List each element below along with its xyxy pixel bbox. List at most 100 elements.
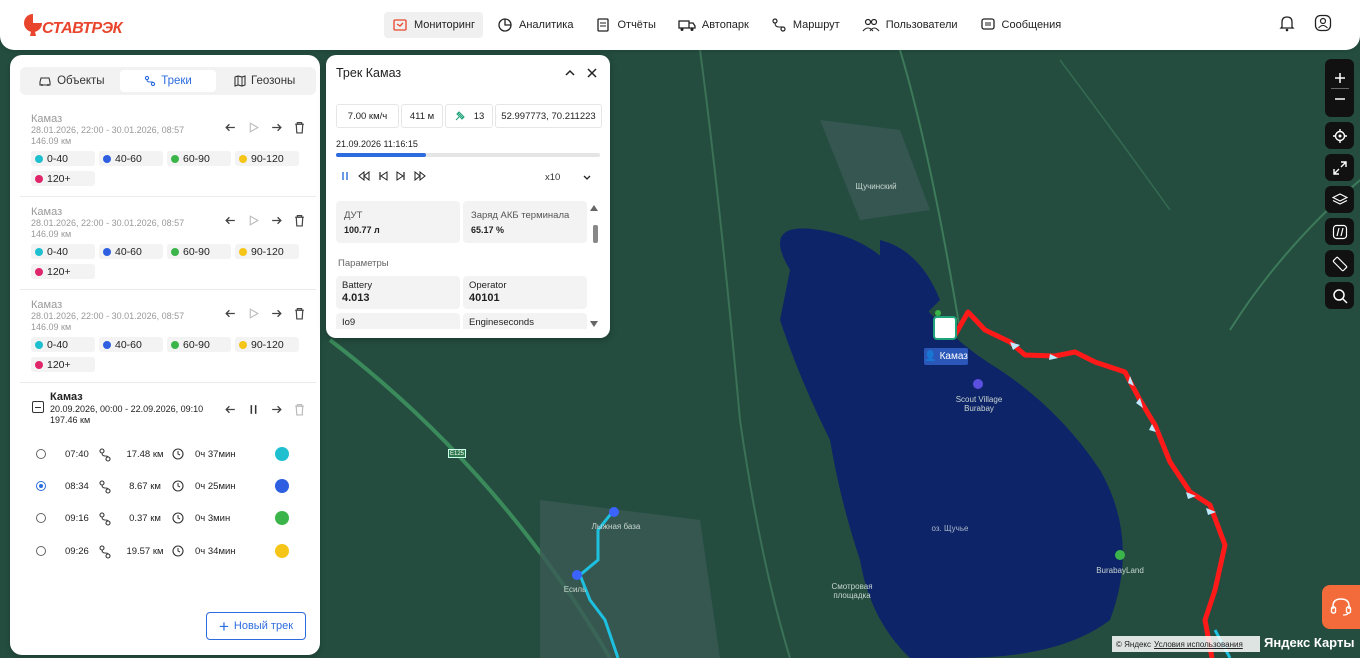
- arrow-left-icon[interactable]: [224, 121, 237, 134]
- map-label-shchuchinsk: Щучинский: [855, 182, 897, 191]
- speed-value: 7.00 км/ч: [347, 110, 388, 122]
- track-item[interactable]: Камаз 28.01.2026, 22:00 - 30.01.2026, 08…: [20, 299, 316, 383]
- chevron-up-icon[interactable]: [564, 67, 576, 79]
- track-item[interactable]: Камаз 28.01.2026, 22:00 - 30.01.2026, 08…: [20, 206, 316, 290]
- rewind-icon[interactable]: [358, 171, 370, 181]
- bell-icon[interactable]: [1278, 14, 1296, 32]
- tab-geozones[interactable]: Геозоны: [216, 70, 313, 92]
- trip-row[interactable]: 09:16 0.37 км 0ч 3мин: [20, 502, 316, 534]
- trip-radio[interactable]: [36, 449, 46, 459]
- trip-row[interactable]: 08:34 8.67 км 0ч 25мин: [20, 470, 316, 502]
- trip-row[interactable]: 09:26 19.57 км 0ч 34мин: [20, 535, 316, 567]
- arrow-right-icon[interactable]: [270, 121, 283, 134]
- playback-progress[interactable]: [336, 153, 600, 157]
- nav-analytics[interactable]: Аналитика: [489, 12, 581, 38]
- terms-link[interactable]: Условия использования: [1154, 640, 1243, 649]
- step-back-icon[interactable]: [378, 171, 388, 181]
- play-icon[interactable]: [247, 214, 260, 227]
- trash-icon[interactable]: [293, 121, 306, 134]
- fuel-cell: ДУТ 100.77 л: [336, 201, 460, 243]
- chevron-down-icon[interactable]: [582, 174, 592, 182]
- fast-forward-icon[interactable]: [414, 171, 426, 181]
- track-item[interactable]: Камаз 28.01.2026, 22:00 - 30.01.2026, 08…: [20, 113, 316, 197]
- trip-color-dot: [275, 544, 289, 558]
- altitude-stat: 411 м: [401, 104, 443, 128]
- traffic-button[interactable]: [1325, 218, 1354, 245]
- pause-icon[interactable]: [340, 171, 350, 181]
- nav-route[interactable]: Маршрут: [763, 12, 848, 38]
- expand-icon: [1332, 160, 1347, 175]
- layers-button[interactable]: [1325, 186, 1354, 213]
- zoom-in-icon[interactable]: [1334, 72, 1346, 84]
- tab-tracks[interactable]: Треки: [119, 70, 217, 92]
- track-dates: 28.01.2026, 22:00 - 30.01.2026, 08:57: [31, 311, 185, 321]
- nav-fleet[interactable]: Автопарк: [670, 12, 757, 38]
- logo-mark-icon: [24, 14, 42, 36]
- trash-icon[interactable]: [293, 307, 306, 320]
- scroll-down-icon[interactable]: [590, 321, 598, 327]
- param-label: Io9: [342, 317, 356, 328]
- track-distance: 197.46 км: [50, 415, 91, 425]
- active-track-item[interactable]: Камаз 20.09.2026, 00:00 - 22.09.2026, 09…: [20, 391, 316, 431]
- logo[interactable]: СТАВТРЭК: [22, 12, 123, 38]
- map-copyright: © Яндекс Условия использования: [1112, 636, 1260, 652]
- trip-distance: 0.37 км: [129, 512, 161, 524]
- legend-dot: [171, 154, 179, 163]
- speed-legend: 0-40 40-60 60-90 90-120 120+: [31, 337, 313, 372]
- trip-distance: 19.57 км: [126, 545, 164, 557]
- scrollbar-thumb[interactable]: [593, 225, 598, 243]
- tab-objects[interactable]: Объекты: [23, 70, 120, 92]
- trash-icon[interactable]: [293, 403, 306, 416]
- headset-icon: [1330, 598, 1352, 616]
- legend-dot: [35, 360, 43, 369]
- ruler-button[interactable]: [1325, 250, 1354, 277]
- trash-icon[interactable]: [293, 214, 306, 227]
- new-track-button[interactable]: + Новый трек: [206, 612, 306, 640]
- map-label-lake: оз. Щучье: [931, 524, 969, 533]
- vehicle-tag[interactable]: 👤 Камаз: [924, 348, 968, 365]
- trip-row[interactable]: 07:40 17.48 км 0ч 37мин: [20, 438, 316, 470]
- trip-radio[interactable]: [36, 513, 46, 523]
- legend-dot: [103, 247, 111, 256]
- vehicle-marker[interactable]: [933, 316, 957, 340]
- params-scroll-area[interactable]: ДУТ 100.77 л Заряд АКБ терминала 65.17 %…: [336, 199, 600, 329]
- search-button[interactable]: [1325, 282, 1354, 309]
- playback-speed-select[interactable]: x10: [545, 172, 560, 183]
- fullscreen-button[interactable]: [1325, 154, 1354, 181]
- arrow-left-icon[interactable]: [224, 214, 237, 227]
- trip-radio[interactable]: [36, 546, 46, 556]
- clock-icon: [172, 545, 184, 557]
- nav-users[interactable]: Пользователи: [854, 12, 966, 38]
- nav-label: Автопарк: [701, 19, 749, 31]
- pause-icon[interactable]: [247, 403, 260, 416]
- locate-button[interactable]: [1325, 122, 1354, 149]
- support-button[interactable]: [1322, 585, 1360, 629]
- cell-label: Заряд АКБ терминала: [471, 210, 570, 221]
- nav-reports[interactable]: Отчёты: [587, 12, 663, 38]
- arrow-right-icon[interactable]: [270, 307, 283, 320]
- track-dates: 20.09.2026, 00:00 - 22.09.2026, 09:10: [50, 404, 204, 414]
- legend-label: 120+: [47, 265, 71, 278]
- zoom-out-icon[interactable]: [1334, 93, 1346, 105]
- scroll-up-icon[interactable]: [590, 205, 598, 211]
- legend-label: 60-90: [183, 245, 210, 258]
- play-icon[interactable]: [247, 307, 260, 320]
- nav-monitoring[interactable]: Мониторинг: [384, 12, 484, 38]
- legend-label: 0-40: [47, 152, 69, 165]
- nav-messages[interactable]: Сообщения: [972, 12, 1070, 38]
- arrow-left-icon[interactable]: [224, 307, 237, 320]
- arrow-right-icon[interactable]: [270, 403, 283, 416]
- trip-duration: 0ч 34мин: [195, 545, 236, 557]
- satellite-icon: [455, 111, 465, 121]
- arrow-right-icon[interactable]: [270, 214, 283, 227]
- trip-radio[interactable]: [36, 481, 46, 491]
- arrow-left-icon[interactable]: [224, 403, 237, 416]
- map-label-scout-village: Scout Village Burabay: [955, 395, 1003, 413]
- user-icon[interactable]: [1314, 14, 1332, 32]
- play-icon[interactable]: [247, 121, 260, 134]
- traffic-icon: [1332, 224, 1347, 239]
- collapse-toggle[interactable]: [32, 401, 44, 413]
- close-icon[interactable]: [586, 67, 598, 79]
- legend-item: 90-120: [235, 244, 299, 259]
- step-forward-icon[interactable]: [396, 171, 406, 181]
